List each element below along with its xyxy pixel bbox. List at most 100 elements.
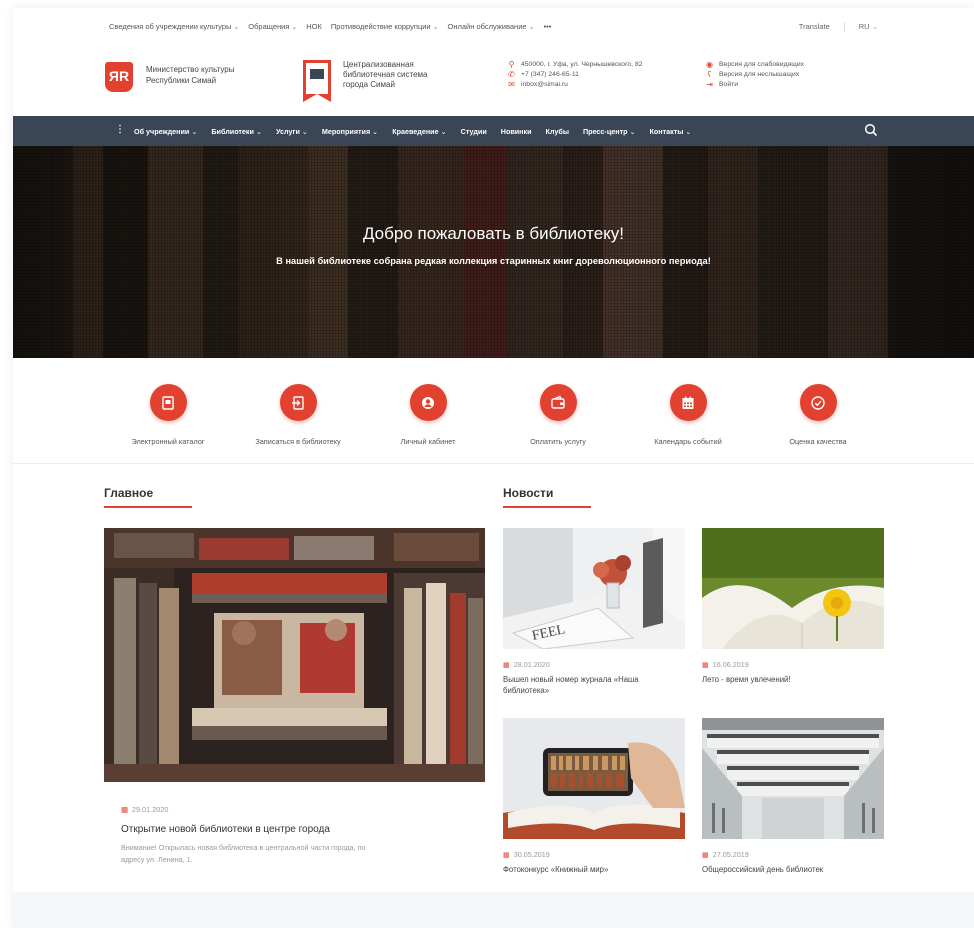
library-name[interactable]: Централизованная библиотечная система го…: [343, 60, 463, 90]
news-section-title: Новости: [503, 486, 554, 500]
service-cabinet[interactable]: Личный кабинет: [368, 384, 488, 446]
library-name-line: Централизованная: [343, 60, 414, 69]
top-link-label: Сведения об учреждении культуры: [109, 22, 232, 31]
nav-item-clubs[interactable]: Клубы: [546, 127, 569, 136]
login-icon: ⇥: [706, 80, 713, 89]
nav-item-new-books[interactable]: Новинки: [501, 127, 532, 136]
news-card-title[interactable]: Общероссийский день библиотек: [702, 864, 882, 875]
ear-icon: ʕ: [707, 70, 712, 79]
mail-icon: ✉: [508, 80, 515, 89]
news-card-image[interactable]: [503, 718, 685, 839]
date-label: 28.01.2020: [513, 660, 550, 669]
enter-icon: [279, 384, 317, 421]
service-signup[interactable]: Записаться в библиотеку: [238, 384, 358, 446]
main-news-headline[interactable]: Открытие новой библиотеки в центре город…: [121, 824, 330, 835]
news-card-image[interactable]: [702, 718, 884, 839]
nav-item-services[interactable]: Услуги ⌄: [276, 127, 308, 136]
title-line: Лето - время увлечений!: [702, 675, 791, 684]
library-name-line: библиотечная система: [343, 70, 428, 79]
chevron-down-icon: ⌄: [440, 127, 447, 136]
service-calendar[interactable]: Календарь событий: [628, 384, 748, 446]
login-link[interactable]: Войти: [719, 80, 738, 90]
main-section-title: Главное: [104, 486, 154, 500]
calendar-icon: ▦: [702, 850, 709, 859]
calendar-icon: [669, 384, 707, 421]
ministry-logo[interactable]: ЯR: [105, 62, 133, 92]
email[interactable]: inbox@simai.ru: [521, 80, 568, 90]
address: 450000, г. Уфа, ул. Чернышевского, 82: [521, 61, 643, 68]
main-news-image[interactable]: [104, 528, 485, 782]
book-icon: [310, 69, 324, 79]
service-label: Электронный каталог: [131, 437, 205, 446]
date-label: 30.05.2019: [513, 850, 550, 859]
nav-item-studios[interactable]: Студии: [461, 127, 487, 136]
language-select[interactable]: RU ⌄: [859, 22, 878, 32]
translate-link[interactable]: Translate: [799, 22, 830, 32]
service-payment[interactable]: Оплатить услугу: [498, 384, 618, 446]
hero-title: Добро пожаловать в библиотеку!: [362, 224, 625, 243]
date-label: 29.01.2020: [131, 805, 169, 814]
nav-item-about[interactable]: Об учреждении ⌄: [134, 127, 197, 136]
library-name-line: города Симай: [343, 80, 395, 89]
main-nav: ⋮ Об учреждении ⌄ Библиотеки ⌄ Услуги ⌄ Мер…: [13, 116, 974, 146]
nav-label: Мероприятия: [321, 127, 371, 136]
hero-banner: Добро пожаловать в библиотеку! В нашей б…: [13, 146, 974, 358]
check-circle-icon: [799, 384, 837, 421]
title-line: библиотека»: [503, 686, 550, 695]
nav-label: Услуги: [275, 127, 300, 136]
top-link-appeals[interactable]: Обращения ⌄: [248, 22, 297, 31]
service-label: Личный кабинет: [400, 437, 456, 446]
nav-item-press[interactable]: Пресс-центр ⌄: [583, 127, 636, 136]
phone[interactable]: +7 (347) 246-65-11: [521, 70, 579, 80]
title-line: Вышел новый номер журнала «Наша: [503, 675, 639, 684]
chevron-down-icon: ⌄: [255, 127, 262, 136]
hearing-link[interactable]: Версия для неслышащих: [719, 70, 799, 80]
news-card-image[interactable]: FEEL: [503, 528, 685, 649]
calendar-icon: ▦: [503, 660, 510, 669]
news-card-image[interactable]: [702, 528, 884, 649]
service-quality[interactable]: Оценка качества: [758, 384, 878, 446]
section-underline: [503, 506, 591, 508]
header: ЯR Министерство культуры Республики Сима…: [13, 44, 974, 116]
search-icon[interactable]: [864, 123, 878, 137]
news-card-title[interactable]: Фотоконкурс «Книжный мир»: [503, 864, 683, 875]
top-right: Translate RU ⌄: [799, 22, 878, 32]
chevron-down-icon: ⌄: [629, 127, 636, 136]
divider: [843, 22, 845, 32]
wallet-icon: [539, 384, 577, 421]
nav-label: Об учреждении: [134, 127, 190, 136]
section-underline: [104, 506, 192, 508]
chevron-down-icon: ⌄: [191, 127, 198, 136]
news-card-date: ▦ 30.05.2019: [503, 850, 550, 859]
title-line: Фотоконкурс «Книжный мир»: [503, 865, 609, 874]
top-link-anticorruption[interactable]: Противодействие коррупции ⌄: [331, 22, 439, 31]
library-logo[interactable]: [303, 60, 331, 102]
ministry-name-line: Республики Симай: [146, 76, 217, 85]
nav-label: Библиотеки: [211, 127, 254, 136]
top-link-online[interactable]: Онлайн обслуживание ⌄: [448, 22, 535, 31]
chevron-down-icon: ⌄: [372, 127, 379, 136]
top-link-nok[interactable]: НОК: [306, 22, 322, 31]
location-icon: ⚲: [508, 60, 515, 69]
top-link-about[interactable]: Сведения об учреждении культуры ⌄: [109, 22, 239, 31]
accessibility-links: ◉ Версия для слабовидящих ʕ Версия для нес…: [705, 60, 804, 90]
top-links: Сведения об учреждении культуры ⌄ Обращен…: [109, 22, 551, 31]
service-catalog[interactable]: Электронный каталог: [108, 384, 228, 446]
nav-item-local-history[interactable]: Краеведение ⌄: [392, 127, 446, 136]
nav-label: Пресс-центр: [582, 127, 628, 136]
calendar-icon: ▦: [702, 660, 709, 669]
nav-item-events[interactable]: Мероприятия ⌄: [322, 127, 378, 136]
more-icon[interactable]: •••: [543, 22, 551, 31]
menu-dots-icon[interactable]: ⋮: [115, 124, 125, 135]
chevron-down-icon: ⌄: [233, 24, 240, 31]
low-vision-link[interactable]: Версия для слабовидящих: [719, 60, 804, 70]
news-card-title[interactable]: Лето - время увлечений!: [702, 674, 882, 685]
description-line: Внимание! Открылась новая библиотека в ц…: [121, 843, 366, 852]
news-card-title[interactable]: Вышел новый номер журнала «Наша библиоте…: [503, 674, 683, 696]
title-line: Общероссийский день библиотек: [702, 865, 824, 874]
service-label: Оценка качества: [789, 437, 847, 446]
news-card-date: ▦ 28.01.2020: [503, 660, 550, 669]
nav-item-contacts[interactable]: Контакты ⌄: [650, 127, 692, 136]
ministry-name[interactable]: Министерство культуры Республики Симай: [146, 64, 266, 86]
nav-item-libraries[interactable]: Библиотеки ⌄: [211, 127, 262, 136]
